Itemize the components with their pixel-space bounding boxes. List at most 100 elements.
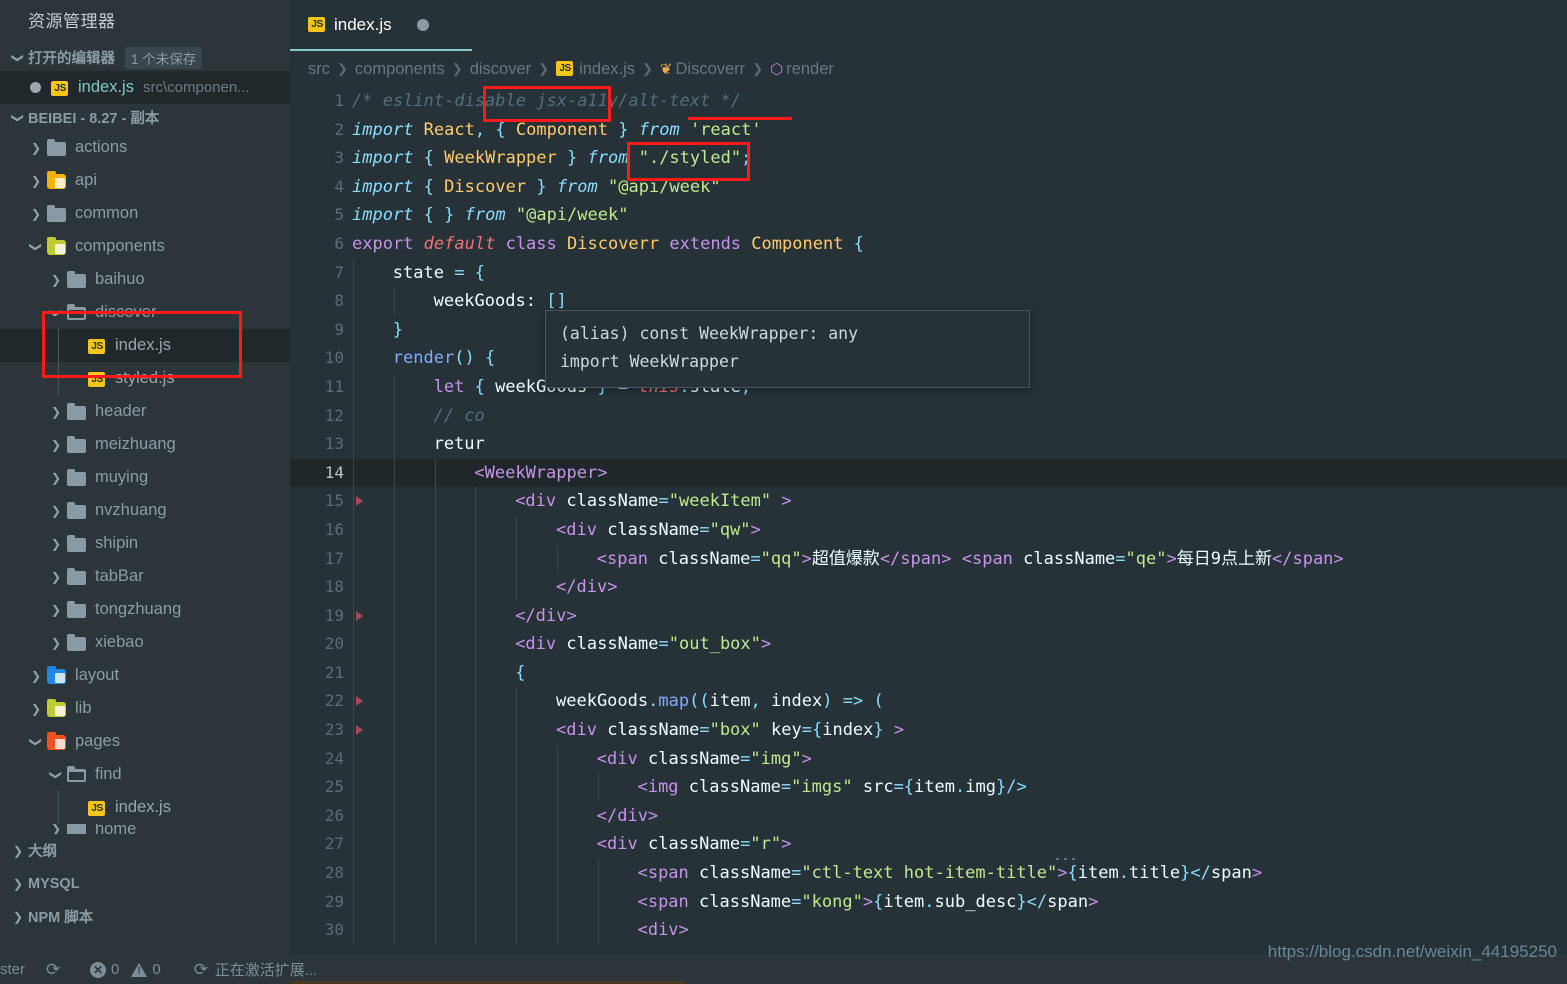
- chevron-right-icon[interactable]: [26, 175, 46, 187]
- folder-lib-icon: [46, 698, 68, 718]
- chevron-right-icon[interactable]: [8, 845, 28, 857]
- code-line[interactable]: 22 weekGoods.map((item, index) => (: [290, 687, 1567, 717]
- tree-item-lib[interactable]: lib: [0, 692, 290, 725]
- code-line[interactable]: 5 import { } from "@api/week": [290, 201, 1567, 230]
- status-branch[interactable]: ster: [0, 961, 25, 978]
- code-line[interactable]: 23 <div className="box" key={index} >: [290, 716, 1567, 745]
- chevron-right-icon[interactable]: [26, 703, 46, 715]
- code-line[interactable]: 14 <WeekWrapper>: [290, 458, 1567, 488]
- tree-item-shipin[interactable]: shipin: [0, 527, 290, 560]
- code-line[interactable]: 1 /* eslint-disable jsx-a11y/alt-text */: [290, 87, 1567, 116]
- code-line[interactable]: 16 <div className="qw">: [290, 515, 1567, 545]
- breadcrumb-label: components: [354, 59, 445, 78]
- chevron-right-icon[interactable]: [26, 142, 46, 154]
- code-line[interactable]: 30 <div>: [290, 916, 1567, 945]
- tree-item-tongzhuang[interactable]: tongzhuang: [0, 593, 290, 626]
- code-line[interactable]: 13 retur: [290, 430, 1567, 459]
- code-line[interactable]: 12 // co: [290, 401, 1567, 431]
- section-opened-editors[interactable]: 打开的编辑器 1 个未保存: [0, 44, 290, 71]
- section-project-root[interactable]: BEIBEI - 8.27 - 副本: [0, 104, 290, 131]
- chevron-right-icon[interactable]: [26, 670, 46, 682]
- tree-item-actions[interactable]: actions: [0, 131, 290, 164]
- chevron-right-icon[interactable]: [26, 208, 46, 220]
- chevron-right-icon[interactable]: [46, 637, 66, 649]
- code-line[interactable]: 21 {: [290, 658, 1567, 688]
- breadcrumb-item-index-js[interactable]: index.js: [556, 60, 635, 79]
- code-line[interactable]: 20 <div className="out_box">: [290, 630, 1567, 659]
- breadcrumb-item-render[interactable]: ⬡ render: [770, 60, 834, 79]
- status-activating-extensions[interactable]: 正在激活扩展...: [194, 959, 318, 980]
- tree-item-styled-js[interactable]: styled.js: [0, 362, 290, 395]
- tree-item-index-js[interactable]: index.js: [0, 791, 290, 824]
- code-line[interactable]: 6 export default class Discoverr extends …: [290, 230, 1567, 259]
- chevron-right-icon[interactable]: [8, 878, 28, 890]
- code-line[interactable]: 26 </div>: [290, 801, 1567, 831]
- code-line[interactable]: 2 import React, { Component } from 'react…: [290, 116, 1567, 145]
- chevron-right-icon[interactable]: [46, 571, 66, 583]
- unsaved-dot-icon[interactable]: [416, 18, 429, 31]
- line-number: 20: [324, 634, 344, 654]
- code-line[interactable]: 3 import { WeekWrapper } from "./styled";: [290, 144, 1567, 173]
- chevron-down-icon[interactable]: [46, 769, 66, 781]
- section-npm---[interactable]: NPM 脚本: [0, 900, 290, 933]
- tree-item-tabbar[interactable]: tabBar: [0, 560, 290, 593]
- code-line[interactable]: 19 </div>: [290, 601, 1567, 631]
- tree-item-pages[interactable]: pages: [0, 725, 290, 758]
- opened-editor-item-index-js[interactable]: index.js src\componen...: [0, 71, 290, 104]
- chevron-down-icon[interactable]: [8, 112, 28, 124]
- code-line[interactable]: 17 <span className="qq">超值爆款</span> <span…: [290, 544, 1567, 574]
- tree-item-discover[interactable]: discover: [0, 296, 290, 329]
- chevron-right-icon[interactable]: [46, 274, 66, 286]
- chevron-right-icon[interactable]: [46, 439, 66, 451]
- code-line[interactable]: 4 import { Discover } from "@api/week": [290, 173, 1567, 202]
- status-problems[interactable]: 0 0: [90, 961, 161, 978]
- section---[interactable]: 大纲: [0, 834, 290, 867]
- section-mysql[interactable]: MYSQL: [0, 867, 290, 900]
- status-sync-button[interactable]: [46, 962, 61, 977]
- chevron-right-icon[interactable]: [46, 824, 66, 834]
- tree-item-muying[interactable]: muying: [0, 461, 290, 494]
- chevron-right-icon[interactable]: [46, 604, 66, 616]
- code-text: import { Discover } from "@api/week": [352, 176, 721, 197]
- code-line[interactable]: 18 </div>: [290, 573, 1567, 602]
- tree-item-components[interactable]: components: [0, 230, 290, 263]
- breadcrumb-item-components[interactable]: components: [355, 60, 445, 79]
- chevron-down-icon[interactable]: [8, 52, 28, 64]
- tree-item-xiebao[interactable]: xiebao: [0, 626, 290, 659]
- chevron-right-icon[interactable]: [46, 505, 66, 517]
- chevron-down-icon[interactable]: [46, 307, 66, 319]
- code-line[interactable]: 25 <img className="imgs" src={item.img}/>: [290, 773, 1567, 802]
- breadcrumb-item-discover[interactable]: discover: [470, 60, 531, 79]
- tree-item-baihuo[interactable]: baihuo: [0, 263, 290, 296]
- code-line[interactable]: 24 <div className="img">: [290, 744, 1567, 774]
- code-line[interactable]: 7 state = {: [290, 258, 1567, 288]
- breadcrumb-item-src[interactable]: src: [308, 60, 330, 79]
- code-line[interactable]: 27 <div className="r">: [290, 830, 1567, 860]
- code-line[interactable]: 28 <span className="ctl-text hot-item-tit…: [290, 859, 1567, 888]
- tree-item-common[interactable]: common: [0, 197, 290, 230]
- code-text: // co: [433, 405, 485, 426]
- code-editor[interactable]: 1 /* eslint-disable jsx-a11y/alt-text */ 2…: [290, 87, 1567, 955]
- explorer-title: 资源管理器: [28, 12, 116, 31]
- tree-item-meizhuang[interactable]: meizhuang: [0, 428, 290, 461]
- chevron-right-icon[interactable]: [46, 406, 66, 418]
- chevron-right-icon[interactable]: [8, 911, 28, 923]
- tree-item-nvzhuang[interactable]: nvzhuang: [0, 494, 290, 527]
- tree-item-index-js[interactable]: index.js: [0, 329, 290, 362]
- breadcrumb-item-discoverr[interactable]: ❦ Discoverr: [660, 60, 745, 79]
- chevron-right-icon[interactable]: [46, 472, 66, 484]
- code-line[interactable]: 29 <span className="kong">{item.sub_desc}…: [290, 887, 1567, 917]
- tree-item-header[interactable]: header: [0, 395, 290, 428]
- folder-icon: [46, 138, 68, 157]
- tree-item-find[interactable]: find: [0, 758, 290, 791]
- tree-item-api[interactable]: api: [0, 164, 290, 197]
- chevron-right-icon[interactable]: [46, 538, 66, 550]
- line-number: 7: [334, 262, 344, 282]
- chevron-down-icon[interactable]: [26, 736, 46, 748]
- tree-item-layout[interactable]: layout: [0, 659, 290, 692]
- code-line[interactable]: 15 <div className="weekItem" >: [290, 487, 1567, 516]
- code-text: <span className="ctl-text hot-item-title…: [637, 863, 1263, 884]
- chevron-down-icon[interactable]: [26, 241, 46, 253]
- tree-item-home[interactable]: home: [0, 824, 290, 834]
- editor-tab-index-js[interactable]: index.js: [290, 0, 472, 51]
